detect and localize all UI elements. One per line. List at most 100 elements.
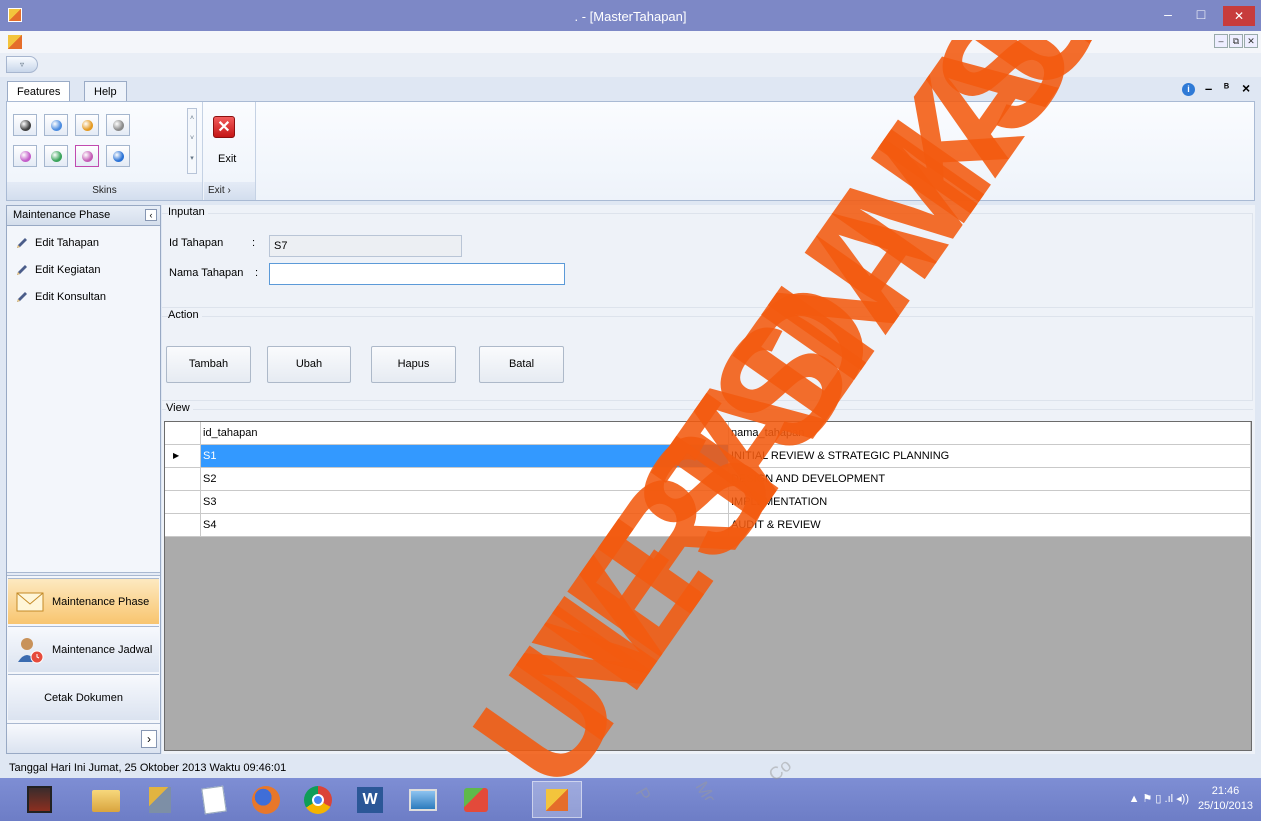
paint-tools-icon[interactable] (140, 781, 180, 818)
sidebar-item-edit-konsultan[interactable]: Edit Konsultan (13, 287, 153, 307)
photo-viewer-icon[interactable] (403, 781, 443, 818)
gallery-scroll[interactable]: ˄ ˅ ▾ (187, 108, 197, 174)
batal-button[interactable]: Batal (479, 346, 564, 383)
row-header[interactable] (165, 514, 201, 537)
nav-label: Maintenance Phase (52, 596, 150, 608)
column-header-nama-tahapan[interactable]: nama_tahapan (729, 422, 1251, 445)
sidebar-item-label: Edit Kegiatan (35, 264, 101, 276)
nama-tahapan-field[interactable] (269, 263, 565, 285)
skin-button[interactable] (13, 114, 37, 136)
id-tahapan-field[interactable]: S7 (269, 235, 462, 257)
file-explorer-icon[interactable] (86, 781, 126, 818)
mdi-child-icon[interactable] (8, 35, 22, 49)
pencil-icon (17, 292, 27, 302)
skin-button[interactable] (106, 114, 130, 136)
sidebar-item-label: Edit Tahapan (35, 237, 100, 249)
ubah-button[interactable]: Ubah (267, 346, 351, 383)
notepad-icon[interactable] (194, 781, 234, 818)
sidebar-splitter[interactable] (7, 572, 160, 576)
id-tahapan-colon: : (252, 237, 256, 249)
ribbon-tab-strip: Features Help i – ᴮ × (0, 78, 1261, 103)
skin-button[interactable] (106, 145, 130, 167)
pencil-icon (17, 238, 27, 248)
row-header[interactable] (165, 491, 201, 514)
cell-id-tahapan[interactable]: S2 (201, 468, 729, 491)
sidebar-expand-button[interactable]: › (141, 730, 157, 748)
ribbon-panel: ˄ ˅ ▾ Skins Exit Exit › (6, 101, 1255, 201)
tambah-button[interactable]: Tambah (166, 346, 251, 383)
skin-button[interactable] (44, 145, 68, 167)
skin-button[interactable] (44, 114, 68, 136)
info-icon[interactable]: i (1182, 83, 1195, 96)
cell-id-tahapan[interactable]: S4 (201, 514, 729, 537)
nama-tahapan-label: Nama Tahapan (169, 267, 244, 279)
id-tahapan-label: Id Tahapan (169, 237, 224, 249)
nav-label: Maintenance Jadwal (52, 644, 153, 656)
skin-swatch-icon (113, 151, 124, 162)
mdi-close-button[interactable]: ✕ (1244, 34, 1258, 48)
tab-features[interactable]: Features (7, 81, 71, 103)
sidebar-item-label: Edit Konsultan (35, 291, 106, 303)
maximize-button[interactable]: □ (1185, 0, 1217, 30)
ribbon-restore-icon[interactable]: ᴮ (1224, 82, 1229, 94)
skin-swatch-icon (20, 120, 31, 131)
skin-button[interactable] (75, 114, 99, 136)
nav-label: Cetak Dokumen (44, 692, 123, 704)
firefox-icon[interactable] (246, 781, 286, 818)
exit-icon[interactable]: ✕ (213, 116, 235, 138)
exit-label: Exit (218, 153, 237, 165)
nav-maintenance-jadwal[interactable]: Maintenance Jadwal (8, 626, 159, 672)
exit-group-label: Exit › (204, 182, 255, 200)
cell-id-tahapan[interactable]: S1 (201, 445, 729, 468)
column-header-id-tahapan[interactable]: id_tahapan (201, 422, 729, 445)
cell-id-tahapan[interactable]: S3 (201, 491, 729, 514)
cell-nama-tahapan[interactable]: AUDIT & REVIEW (729, 514, 1251, 537)
app-window-icon[interactable] (532, 781, 582, 818)
row-header[interactable]: ▶ (165, 445, 201, 468)
row-header[interactable] (165, 468, 201, 491)
hapus-button[interactable]: Hapus (371, 346, 456, 383)
taskbar-clock[interactable]: 21:46 25/10/2013 (1198, 784, 1253, 814)
word-icon[interactable]: W (350, 781, 390, 818)
ribbon-close-icon[interactable]: × (1242, 80, 1250, 96)
sidebar-header-title: Maintenance Phase (13, 209, 111, 221)
mdi-restore-button[interactable]: ⧉ (1229, 34, 1243, 48)
app-installer-icon[interactable] (456, 781, 496, 818)
pencil-icon (17, 265, 27, 275)
skin-swatch-icon (82, 151, 93, 162)
window-title: . - [MasterTahapan] (574, 9, 687, 24)
sidebar-item-edit-kegiatan[interactable]: Edit Kegiatan (13, 260, 153, 280)
exit-group-launcher-icon[interactable]: › (227, 185, 230, 196)
system-tray-icons[interactable]: ▲ ⚑ ▯ .ıl ◂)) (1129, 792, 1189, 805)
skin-button[interactable] (75, 145, 99, 167)
minimize-button[interactable]: – (1152, 0, 1184, 30)
clock-date: 25/10/2013 (1197, 800, 1253, 812)
close-button[interactable]: ✕ (1223, 6, 1255, 26)
game-icon[interactable] (19, 781, 59, 818)
nav-maintenance-phase[interactable]: Maintenance Phase (8, 578, 159, 624)
main-panel: Inputan Id Tahapan : S7 Nama Tahapan : A… (162, 205, 1255, 754)
skin-swatch-icon (82, 120, 93, 131)
ribbon-minimize-icon[interactable]: – (1205, 81, 1212, 96)
view-groupbox: View (162, 402, 1253, 414)
sidebar-footer: › (7, 723, 160, 753)
nav-cetak-dokumen[interactable]: Cetak Dokumen (8, 674, 159, 720)
cell-nama-tahapan[interactable]: DESIGN AND DEVELOPMENT (729, 468, 1251, 491)
mdi-minimize-button[interactable]: – (1214, 34, 1228, 48)
quick-access-dropdown-icon[interactable]: ▿ (6, 56, 38, 73)
taskbar: W ▲ ⚑ ▯ .ıl ◂)) 21:46 25/10/2013 (0, 778, 1261, 821)
tab-help[interactable]: Help (84, 81, 127, 103)
view-label: View (166, 402, 193, 414)
skins-gallery (13, 114, 185, 172)
title-bar: . - [MasterTahapan] – □ ✕ (0, 0, 1261, 31)
skin-swatch-icon (20, 151, 31, 162)
chrome-icon[interactable] (298, 781, 338, 818)
cell-nama-tahapan[interactable]: INITIAL REVIEW & STRATEGIC PLANNING (729, 445, 1251, 468)
sidebar-collapse-button[interactable]: ‹ (145, 209, 157, 221)
cell-nama-tahapan[interactable]: IMPLEMENTATION (729, 491, 1251, 514)
user-clock-icon (18, 638, 44, 664)
exit-group-text: Exit (208, 185, 225, 196)
sidebar-item-edit-tahapan[interactable]: Edit Tahapan (13, 233, 153, 253)
skin-button[interactable] (13, 145, 37, 167)
clock-time: 21:46 (1211, 785, 1240, 797)
